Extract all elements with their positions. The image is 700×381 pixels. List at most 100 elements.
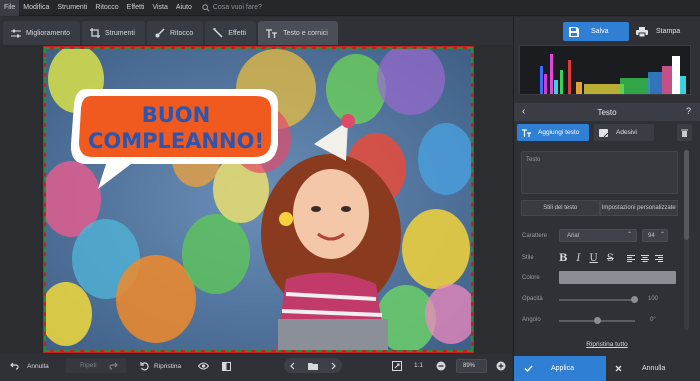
bubble-text-line2: COMPLEANNO! [88, 129, 264, 153]
plus-circle-icon [496, 361, 506, 371]
folder-icon[interactable] [307, 362, 318, 370]
opacity-slider[interactable] [559, 299, 635, 301]
panel-scrollbar-thumb[interactable] [684, 150, 689, 240]
zoom-field[interactable]: 89% [456, 359, 487, 373]
size-select[interactable]: 94 ⌃ [642, 229, 668, 242]
tab-strumenti[interactable]: Strumenti [81, 21, 145, 45]
sliders-icon [11, 29, 21, 37]
menu-modifica[interactable]: Modifica [19, 0, 53, 16]
apply-label: Applica [551, 365, 574, 372]
stickers-label: Adesivi [616, 129, 637, 136]
align-center-icon[interactable] [640, 254, 649, 262]
panel-header: ‹ Testo ? [514, 103, 700, 121]
compare-button[interactable] [222, 362, 231, 371]
tab-miglioramento[interactable]: Miglioramento [3, 21, 80, 45]
zoom-in-button[interactable] [496, 361, 506, 371]
tool-tabs: Miglioramento Strumenti Ritocco Effetti … [0, 17, 513, 45]
size-value: 94 [648, 232, 655, 239]
magic-wand-icon [213, 28, 223, 38]
print-button[interactable]: Stampa [633, 22, 693, 41]
help-icon[interactable]: ? [686, 106, 691, 116]
redo-icon [109, 362, 118, 370]
chevron-updown-icon: ⌃ [659, 232, 665, 238]
reset-all-link[interactable]: Ripristina tutto [514, 341, 700, 351]
undo-button[interactable]: Annulla [10, 362, 49, 370]
menu-bar: File Modifica Strumenti Ritocco Effetti … [0, 0, 700, 16]
tab-label: Ritocco [169, 29, 194, 37]
chevron-updown-icon: ⌃ [626, 232, 632, 238]
file-navigation [284, 358, 342, 373]
bold-button[interactable]: B [559, 253, 567, 264]
opacity-value: 100 [648, 296, 659, 302]
opacity-slider-knob[interactable] [631, 296, 638, 303]
preview-button[interactable] [198, 362, 209, 370]
menu-ritocco[interactable]: Ritocco [91, 0, 122, 16]
search-placeholder: Cosa vuoi fare? [212, 4, 262, 11]
menu-search[interactable]: Cosa vuoi fare? [202, 3, 262, 12]
menu-vista[interactable]: Vista [148, 0, 171, 16]
stickers-button[interactable]: Adesivi [594, 124, 654, 141]
tab-ritocco[interactable]: Ritocco [146, 21, 204, 45]
angle-value: 0° [650, 317, 656, 323]
tab-effetti[interactable]: Effetti [205, 21, 257, 45]
italic-button[interactable]: I [576, 253, 580, 264]
photo-canvas[interactable]: BUON COMPLEANNO! [43, 46, 474, 353]
text-icon [522, 128, 531, 137]
panel-title: Testo [597, 107, 617, 117]
underline-button[interactable]: U [589, 253, 597, 264]
back-arrow-icon[interactable]: ‹ [522, 106, 525, 117]
align-right-icon[interactable] [654, 254, 663, 262]
tab-label: Effetti [228, 29, 247, 37]
crop-icon [89, 28, 100, 38]
chevron-right-icon[interactable] [331, 362, 336, 370]
ratio-button[interactable]: 1:1 [414, 362, 423, 369]
close-icon [615, 365, 622, 372]
save-button[interactable]: Salva [563, 22, 629, 41]
color-picker[interactable] [559, 271, 676, 284]
zoom-out-button[interactable] [436, 361, 446, 371]
printer-icon [636, 26, 648, 37]
delete-button[interactable] [677, 124, 692, 141]
strikethrough-button[interactable]: S [607, 253, 614, 264]
align-left-icon[interactable] [626, 254, 635, 262]
menu-effetti[interactable]: Effetti [123, 0, 149, 16]
check-icon [524, 365, 533, 372]
opacity-label: Opacità [522, 296, 543, 302]
angle-slider-knob[interactable] [594, 317, 601, 324]
cancel-button[interactable]: Annulla [606, 356, 700, 381]
custom-settings-tab[interactable]: Impostazioni personalizzate [599, 200, 678, 216]
search-icon [202, 3, 210, 12]
chevron-left-icon[interactable] [290, 362, 295, 370]
histogram [519, 45, 691, 95]
tab-label: Strumenti [104, 29, 135, 37]
sticker-icon [599, 128, 608, 137]
add-text-button[interactable]: Aggiungi testo [517, 124, 589, 141]
print-label: Stampa [656, 28, 681, 35]
font-label: Carattere [522, 233, 548, 239]
redo-button[interactable]: Ripeti [66, 358, 126, 373]
restore-button[interactable]: Ripristina [140, 362, 181, 371]
text-input[interactable]: Testo [521, 151, 678, 194]
font-select[interactable]: Arial ⌃ [559, 229, 637, 242]
save-icon [569, 26, 579, 37]
text-styles-tab[interactable]: Stili del testo [521, 200, 600, 216]
undo-icon [10, 362, 19, 370]
tab-label: Miglioramento [26, 29, 70, 37]
tab-testo-e-cornici[interactable]: Testo e cornici [258, 21, 338, 45]
restore-label: Ripristina [154, 363, 182, 370]
menu-file[interactable]: File [0, 0, 20, 16]
menu-aiuto[interactable]: Aiuto [172, 0, 196, 16]
style-label: Stile [522, 255, 534, 261]
style-tabs: Stili del testo Impostazioni personalizz… [521, 200, 678, 216]
compare-icon [222, 362, 231, 371]
font-value: Arial [567, 232, 580, 239]
redo-label: Ripeti [80, 362, 97, 369]
fit-button[interactable] [392, 361, 402, 371]
birthday-photo: BUON COMPLEANNO! [46, 49, 471, 350]
histogram-graph [540, 54, 686, 94]
color-label: Colore [522, 275, 540, 281]
tab-label: Testo e cornici [283, 29, 328, 37]
apply-button[interactable]: Applica [514, 356, 606, 381]
menu-strumenti[interactable]: Strumenti [53, 0, 91, 16]
minus-circle-icon [436, 361, 446, 371]
